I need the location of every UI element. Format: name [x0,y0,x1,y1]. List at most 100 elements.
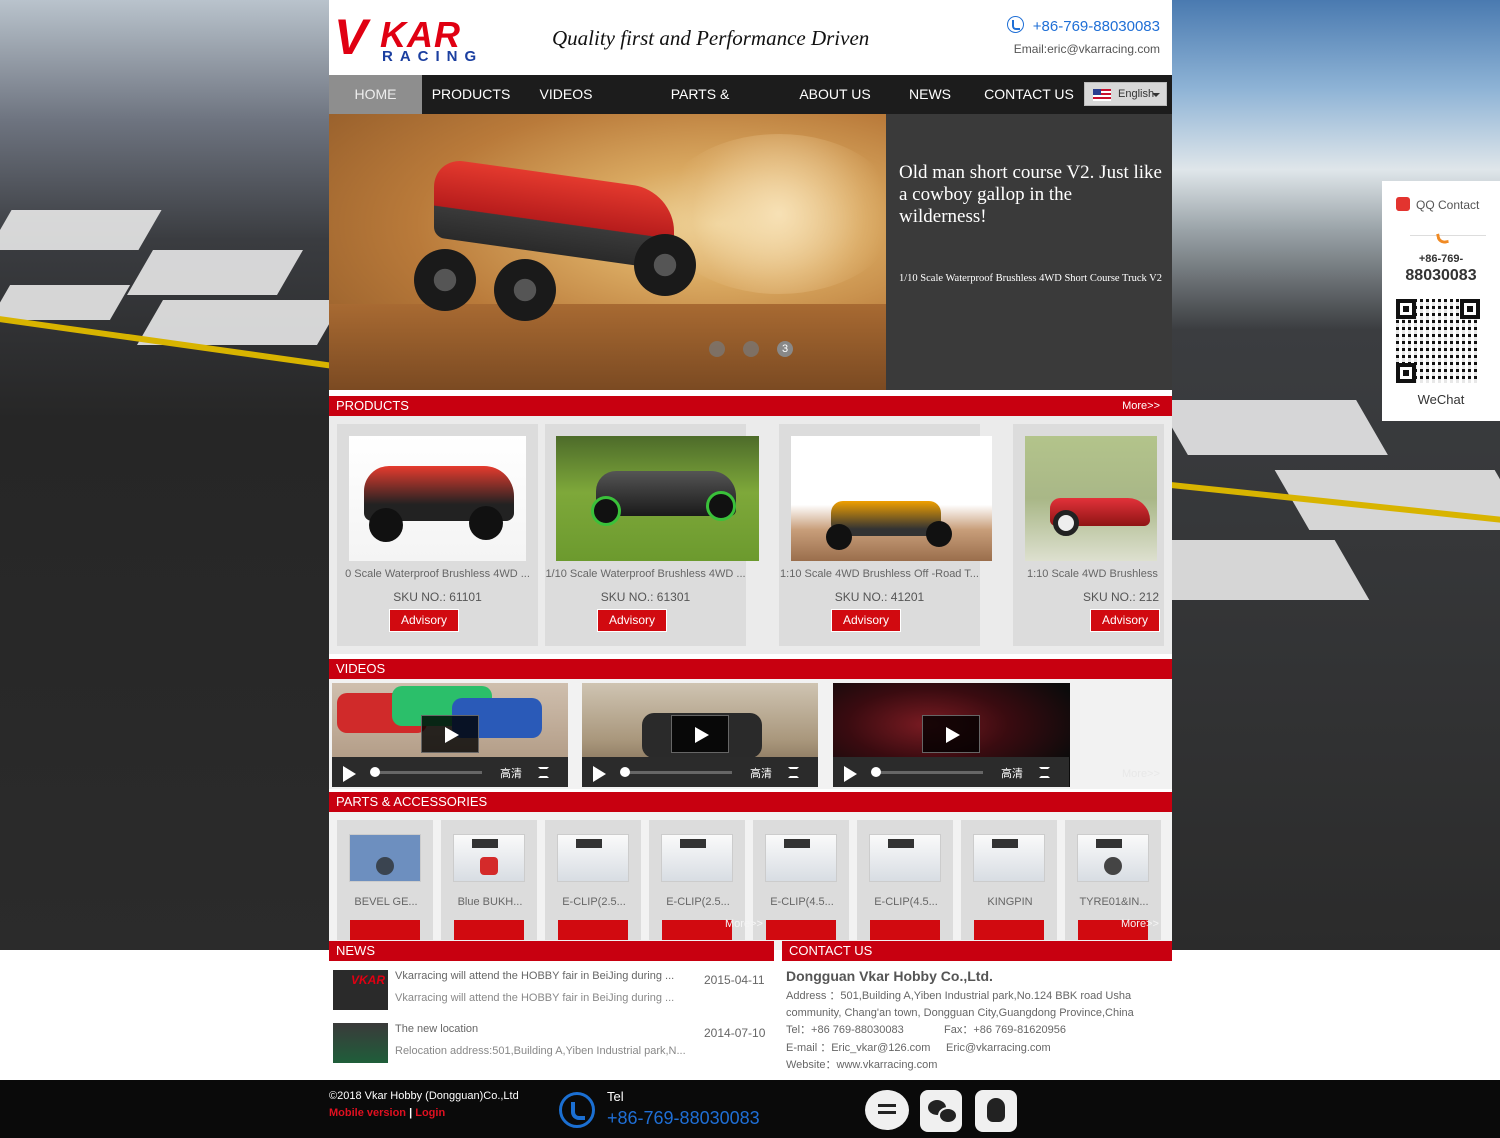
slider-dot[interactable] [709,341,725,357]
nav-products[interactable]: PRODUCTS [422,75,520,114]
video-player[interactable]: 高清 [332,683,568,787]
part-image[interactable] [1077,834,1149,882]
nav-parts-accessories[interactable]: PARTS & ACCESSORIES [619,75,781,141]
part-card[interactable]: BEVEL GE... [337,820,433,940]
product-card[interactable]: 0 Scale Waterproof Brushless 4WD ... SKU… [337,424,538,646]
video-progress[interactable] [624,771,732,774]
product-image[interactable] [349,436,526,561]
mobile-version-link[interactable]: Mobile version [329,1107,406,1119]
part-name[interactable]: BEVEL GE... [341,896,431,908]
contact-website[interactable]: Website：www.vkarracing.com [786,1057,1156,1074]
nav-about-us[interactable]: ABOUT US [794,75,876,114]
advisory-button[interactable]: Advisory [597,609,667,632]
chat-icon[interactable] [865,1090,909,1130]
part-advisory-button[interactable] [974,920,1044,940]
qq-contact-link[interactable]: QQ Contact [1396,197,1479,212]
part-image[interactable] [973,834,1045,882]
video-progress[interactable] [374,771,482,774]
part-image[interactable] [661,834,733,882]
parts-more-link[interactable]: More>> [1121,918,1159,930]
fullscreen-icon[interactable] [538,767,549,778]
product-card[interactable]: 1:10 Scale 4WD Brushless SKU NO.: 212 Ad… [1013,424,1164,646]
advisory-button[interactable]: Advisory [1090,609,1160,632]
play-icon[interactable] [343,766,356,782]
part-card[interactable]: Blue BUKH... [441,820,537,940]
quality-button[interactable]: 高清 [1001,765,1023,781]
part-advisory-button[interactable] [870,920,940,940]
slider-dot-active[interactable]: 3 [777,341,793,357]
part-name[interactable]: Blue BUKH... [445,896,535,908]
login-link[interactable]: Login [415,1107,445,1119]
hero-subtitle[interactable]: 1/10 Scale Waterproof Brushless 4WD Shor… [899,269,1164,289]
progress-handle[interactable] [620,767,630,777]
fullscreen-icon[interactable] [788,767,799,778]
part-image[interactable] [453,834,525,882]
advisory-button[interactable]: Advisory [389,609,459,632]
logo-v: V [334,9,367,65]
part-image[interactable] [349,834,421,882]
part-label [992,839,1018,848]
play-icon[interactable] [844,766,857,782]
header: V KAR RACING Quality first and Performan… [329,0,1172,75]
nav-news[interactable]: NEWS [899,75,961,114]
news-title-link[interactable]: Vkarracing will attend the HOBBY fair in… [395,970,685,982]
products-more-link[interactable]: More>> [1122,396,1160,416]
product-image[interactable] [1025,436,1157,561]
product-card[interactable]: 1/10 Scale Waterproof Brushless 4WD ... … [545,424,759,646]
part-image[interactable] [557,834,629,882]
product-image[interactable] [556,436,759,561]
language-select[interactable]: English [1084,82,1167,106]
video-progress[interactable] [875,771,983,774]
news-title-link[interactable]: The new location [395,1023,685,1035]
part-name[interactable]: KINGPIN [965,896,1055,908]
qq-icon[interactable] [975,1090,1017,1132]
part-image[interactable] [869,834,941,882]
part-card[interactable]: E-CLIP(4.5... [753,820,849,940]
video-player[interactable]: 高清 [833,683,1070,787]
nav-videos[interactable]: VIDEOS [529,75,603,114]
wechat-icon[interactable] [920,1090,962,1132]
part-card[interactable]: KINGPIN [961,820,1057,940]
progress-handle[interactable] [370,767,380,777]
advisory-button[interactable]: Advisory [831,609,901,632]
product-name[interactable]: 1:10 Scale 4WD Brushless Off -Road T... [779,568,980,580]
product-name[interactable]: 1:10 Scale 4WD Brushless [1027,568,1164,580]
product-name[interactable]: 0 Scale Waterproof Brushless 4WD ... [337,568,538,580]
video-player[interactable]: 高清 [582,683,818,787]
fullscreen-icon[interactable] [1039,767,1050,778]
main-nav: HOME PRODUCTS VIDEOS PARTS & ACCESSORIES… [329,75,1172,141]
part-advisory-button[interactable] [558,920,628,940]
nav-home[interactable]: HOME [329,75,422,114]
part-name[interactable]: E-CLIP(4.5... [757,896,847,908]
hero-slide-image[interactable]: 3 [329,114,886,390]
parts-more-link-overlay[interactable]: More>> [725,918,763,930]
video-play-overlay[interactable] [671,715,729,753]
part-card[interactable]: E-CLIP(2.5... [545,820,641,940]
nav-contact-us[interactable]: CONTACT US [979,75,1079,114]
videos-more-link[interactable]: More>> [1122,768,1160,780]
part-image[interactable] [765,834,837,882]
news-thumbnail[interactable]: VKAR [333,970,388,1010]
part-name[interactable]: TYRE01&IN... [1069,896,1159,908]
video-play-overlay[interactable] [421,715,479,753]
site-logo[interactable]: V KAR RACING [334,12,524,68]
slider-dot[interactable] [743,341,759,357]
product-name[interactable]: 1/10 Scale Waterproof Brushless 4WD ... [545,568,746,580]
qq-icon [1396,197,1410,211]
product-image[interactable] [791,436,992,561]
part-advisory-button[interactable] [766,920,836,940]
play-icon[interactable] [593,766,606,782]
part-advisory-button[interactable] [454,920,524,940]
quality-button[interactable]: 高清 [500,765,522,781]
part-advisory-button[interactable] [350,920,420,940]
progress-handle[interactable] [871,767,881,777]
part-name[interactable]: E-CLIP(2.5... [549,896,639,908]
product-card[interactable]: 1:10 Scale 4WD Brushless Off -Road T... … [779,424,992,646]
quality-button[interactable]: 高清 [750,765,772,781]
part-card[interactable]: E-CLIP(4.5... [857,820,953,940]
part-advisory-button[interactable] [662,920,732,940]
video-play-overlay[interactable] [922,715,980,753]
news-thumbnail[interactable] [333,1023,388,1063]
part-name[interactable]: E-CLIP(4.5... [861,896,951,908]
part-name[interactable]: E-CLIP(2.5... [653,896,743,908]
